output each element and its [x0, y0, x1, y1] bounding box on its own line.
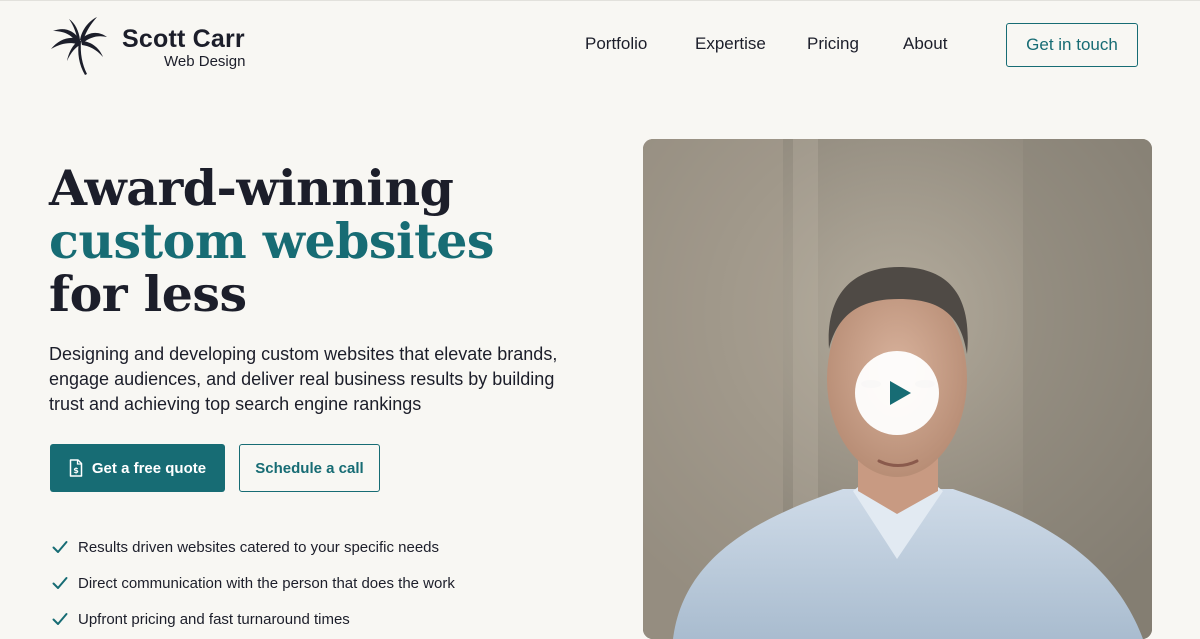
intro-video[interactable]: [643, 139, 1152, 639]
document-dollar-icon: $: [69, 459, 83, 477]
brand-tagline: Web Design: [164, 53, 246, 70]
feature-text: Direct communication with the person tha…: [78, 574, 455, 592]
hero-title-line-1: Award-winning: [49, 159, 454, 217]
nav-link-about[interactable]: About: [903, 34, 947, 54]
check-icon: [52, 613, 68, 625]
hero-title-line-3: for less: [49, 265, 247, 323]
site-logo[interactable]: Scott Carr Web Design: [49, 17, 245, 77]
get-free-quote-button[interactable]: $ Get a free quote: [50, 444, 225, 492]
play-icon: [889, 381, 911, 405]
header-divider: [0, 0, 1200, 1]
hero-description: Designing and developing custom websites…: [49, 344, 558, 414]
nav-link-expertise[interactable]: Expertise: [695, 34, 766, 54]
nav-link-portfolio[interactable]: Portfolio: [585, 34, 647, 54]
feature-item: Results driven websites catered to your …: [52, 529, 455, 565]
hero-title: Award-winning custom websites for less: [49, 162, 494, 321]
check-icon: [52, 541, 68, 553]
feature-list: Results driven websites catered to your …: [52, 529, 455, 637]
brand-name: Scott Carr: [122, 25, 245, 53]
play-button[interactable]: [855, 351, 939, 435]
feature-item: Direct communication with the person tha…: [52, 565, 455, 601]
nav-link-pricing[interactable]: Pricing: [807, 34, 859, 54]
svg-text:$: $: [73, 466, 79, 475]
feature-item: Upfront pricing and fast turnaround time…: [52, 601, 455, 637]
get-free-quote-label: Get a free quote: [91, 459, 207, 477]
check-icon: [52, 577, 68, 589]
schedule-call-button[interactable]: Schedule a call: [239, 444, 380, 492]
hero-title-line-2: custom websites: [49, 212, 494, 270]
feature-text: Results driven websites catered to your …: [78, 538, 440, 556]
get-in-touch-button[interactable]: Get in touch: [1006, 23, 1138, 67]
feature-text: Upfront pricing and fast turnaround time…: [78, 610, 350, 628]
palm-tree-icon: [51, 17, 107, 75]
